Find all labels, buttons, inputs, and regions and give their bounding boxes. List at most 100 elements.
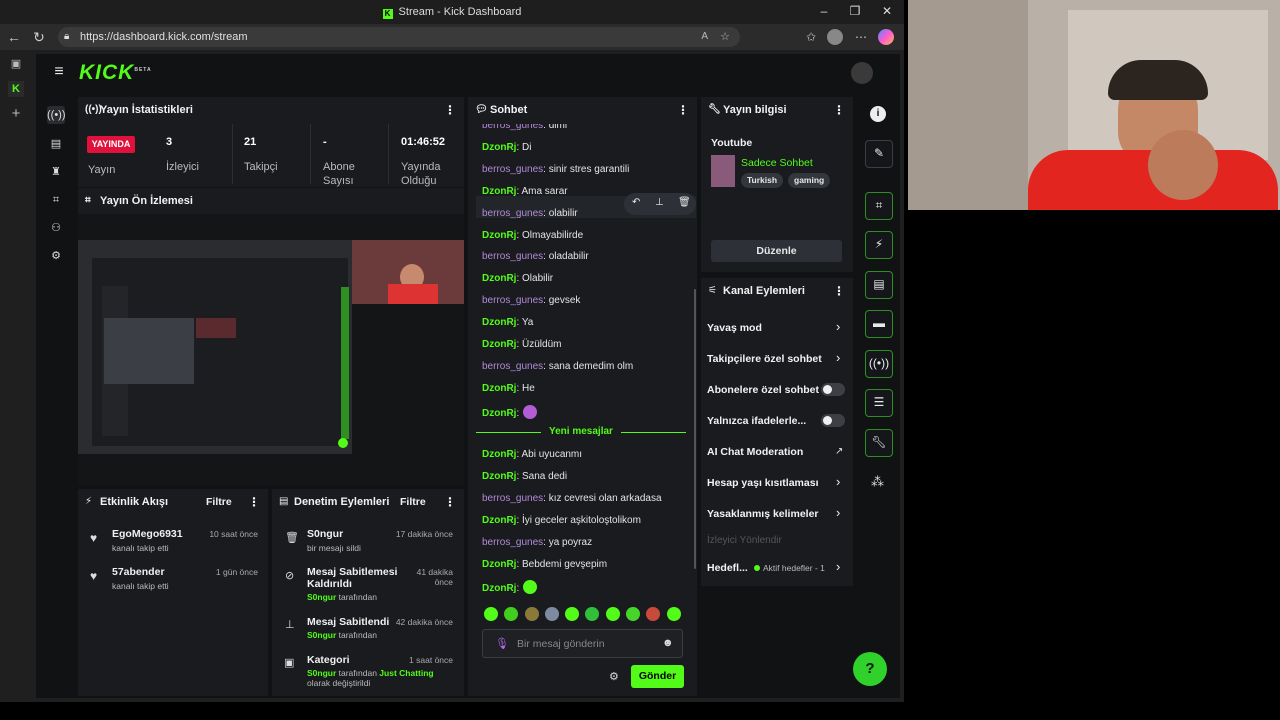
- category-name[interactable]: Sadece Sohbet: [741, 157, 813, 169]
- chat-input[interactable]: 🎙︎ Bir mesaj gönderin ☻: [482, 629, 683, 658]
- activity-filter-button[interactable]: Filtre: [206, 489, 232, 515]
- minimize-button[interactable]: –: [814, 4, 834, 20]
- followers-only-item[interactable]: Takipçilere özel sohbet: [707, 353, 822, 365]
- chat-scrollbar[interactable]: [694, 289, 696, 569]
- chat-message[interactable]: DzonRj: Ama sarar: [482, 186, 568, 197]
- chat-message[interactable]: DzonRj: Di: [482, 142, 531, 153]
- chat-message[interactable]: DzonRj: Sana dedi: [482, 471, 567, 482]
- slow-mode-item[interactable]: Yavaş mod: [707, 322, 762, 334]
- chat-message[interactable]: DzonRj:: [482, 580, 538, 595]
- moderation-filter-button[interactable]: Filtre: [400, 489, 426, 515]
- apps-icon[interactable]: ⁂: [871, 474, 884, 490]
- emoji-icon[interactable]: ☻: [662, 637, 674, 649]
- banned-words-item[interactable]: Yasaklanmış kelimeler: [707, 508, 819, 520]
- chat-settings-icon[interactable]: ⚙: [609, 670, 619, 683]
- chat-message[interactable]: DzonRj: İyi geceler aşkitoloştolikom: [482, 515, 641, 526]
- chat-message[interactable]: berros_gunes: sana demedim olm: [482, 361, 633, 372]
- reply-icon[interactable]: ↶: [632, 197, 640, 208]
- chevron-right-icon[interactable]: ›: [836, 505, 840, 520]
- tab-actions-icon[interactable]: ▣: [8, 56, 24, 72]
- chat-username[interactable]: DzonRj: [482, 273, 516, 284]
- chat-username[interactable]: berros_gunes: [482, 208, 543, 219]
- emote-icon[interactable]: [525, 607, 539, 621]
- emote-icon[interactable]: [545, 607, 559, 621]
- activity-more-icon[interactable]: ⋮: [248, 489, 260, 515]
- chat-username[interactable]: berros_gunes: [482, 251, 543, 262]
- emote-icon[interactable]: [565, 607, 579, 621]
- chat-username[interactable]: berros_gunes: [482, 537, 543, 548]
- chat-username[interactable]: DzonRj: [482, 583, 516, 594]
- nav-community-icon[interactable]: ⚇: [47, 219, 65, 237]
- chevron-right-icon[interactable]: ›: [836, 474, 840, 489]
- emote-icon[interactable]: [585, 607, 599, 621]
- nav-content-icon[interactable]: ▤: [47, 135, 65, 153]
- chat-username[interactable]: berros_gunes: [482, 164, 543, 175]
- nav-clips-icon[interactable]: ⌗: [47, 191, 65, 209]
- nav-stream-icon[interactable]: ((•)): [47, 106, 66, 124]
- lightning-button[interactable]: ⚡: [865, 231, 893, 259]
- chat-message[interactable]: DzonRj: Ya: [482, 317, 533, 328]
- chat-username[interactable]: DzonRj: [482, 383, 516, 394]
- edit-pencil-button[interactable]: ✎: [865, 140, 893, 168]
- send-button[interactable]: Gönder: [631, 665, 684, 688]
- chat-username[interactable]: DzonRj: [482, 515, 516, 526]
- chat-message[interactable]: DzonRj: Olmayabilirde: [482, 230, 583, 241]
- chat-username[interactable]: DzonRj: [482, 471, 516, 482]
- chat-message[interactable]: DzonRj: Abi uyucanmı: [482, 449, 582, 460]
- back-icon[interactable]: ←: [5, 28, 23, 46]
- chat-username[interactable]: berros_gunes: [482, 295, 543, 306]
- edit-button[interactable]: Düzenle: [711, 240, 842, 262]
- tools-button[interactable]: 🔧︎: [865, 429, 893, 457]
- account-age-item[interactable]: Hesap yaşı kısıtlaması: [707, 477, 819, 489]
- chat-message[interactable]: berros_gunes: sinir stres garantili: [482, 164, 629, 175]
- chat-message[interactable]: DzonRj: Olabilir: [482, 273, 553, 284]
- chat-username[interactable]: DzonRj: [482, 317, 516, 328]
- microphone-icon[interactable]: 🎙︎: [495, 637, 509, 650]
- refresh-icon[interactable]: ↻: [30, 28, 48, 46]
- delete-message-icon[interactable]: 🗑︎: [678, 197, 691, 208]
- chat-message[interactable]: berros_gunes: oladabilir: [482, 251, 589, 262]
- info-icon[interactable]: i: [870, 106, 886, 122]
- chat-button[interactable]: ▬: [865, 310, 893, 338]
- ai-moderation-item[interactable]: AI Chat Moderation: [707, 446, 803, 458]
- chat-message[interactable]: DzonRj: He: [482, 383, 535, 394]
- maximize-button[interactable]: ❐: [845, 4, 865, 20]
- chat-username[interactable]: DzonRj: [482, 559, 516, 570]
- chat-message[interactable]: berros_gunes: gevsek: [482, 295, 580, 306]
- broadcast-button[interactable]: ((•)): [865, 350, 893, 378]
- emote-icon[interactable]: [626, 607, 640, 621]
- support-button[interactable]: ?: [853, 652, 887, 686]
- chevron-right-icon[interactable]: ›: [836, 319, 840, 334]
- moderation-more-icon[interactable]: ⋮: [444, 489, 456, 515]
- chat-username[interactable]: DzonRj: [482, 230, 516, 241]
- copilot-icon[interactable]: [878, 29, 894, 45]
- chat-username[interactable]: DzonRj: [482, 449, 516, 460]
- subscribers-only-toggle[interactable]: [821, 383, 845, 396]
- chat-username[interactable]: DzonRj: [482, 408, 516, 419]
- chat-username[interactable]: DzonRj: [482, 142, 516, 153]
- chat-message[interactable]: DzonRj:: [482, 404, 538, 419]
- notes-button[interactable]: ▤: [865, 271, 893, 299]
- emote-icon[interactable]: [667, 607, 681, 621]
- nav-trophy-icon[interactable]: ♜: [47, 163, 65, 181]
- layout-button[interactable]: ☰: [865, 389, 893, 417]
- chat-username[interactable]: berros_gunes: [482, 493, 543, 504]
- url-bar[interactable]: 🔒︎ https://dashboard.kick.com/stream A ☆: [58, 27, 740, 47]
- channel-actions-more-icon[interactable]: ⋮: [833, 278, 845, 304]
- more-menu-icon[interactable]: ⋯: [852, 28, 870, 46]
- user-avatar[interactable]: [851, 62, 873, 84]
- close-window-button[interactable]: ✕: [877, 4, 897, 20]
- profile-avatar[interactable]: [827, 29, 843, 45]
- preview-video[interactable]: [78, 214, 464, 486]
- chat-message[interactable]: DzonRj: Bebdemi gevşepim: [482, 559, 607, 570]
- external-link-icon[interactable]: ↗: [835, 446, 843, 457]
- chat-message[interactable]: berros_gunes: olabilir: [482, 208, 578, 219]
- chat-username[interactable]: DzonRj: [482, 186, 516, 197]
- favorites-icon[interactable]: ✩: [802, 28, 820, 46]
- chat-username[interactable]: DzonRj: [482, 339, 516, 350]
- kick-tab-icon[interactable]: K: [8, 81, 24, 97]
- read-aloud-icon[interactable]: A: [701, 27, 708, 47]
- emotes-only-toggle[interactable]: [821, 414, 845, 427]
- emote-icon[interactable]: [606, 607, 620, 621]
- goals-item[interactable]: Hedefl...: [707, 562, 748, 574]
